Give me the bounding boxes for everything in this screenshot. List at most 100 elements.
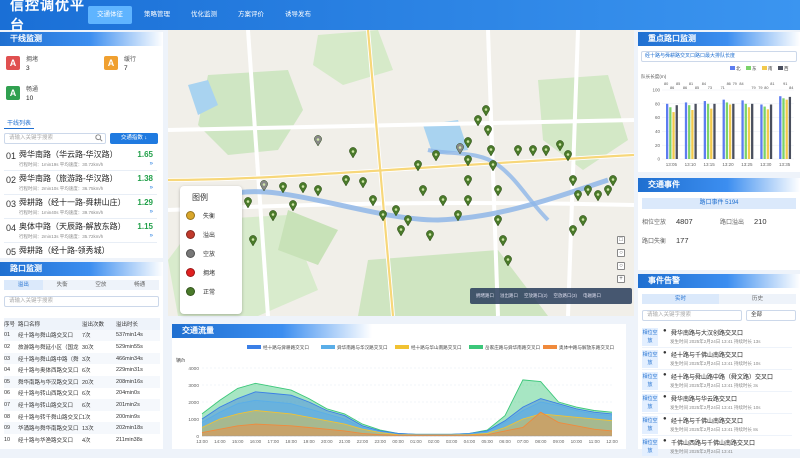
alarm-item[interactable]: 相位空放 ● 经十路与舜山路中路（舜文路）交叉口 发生时间 2025年2月24日 13… [642, 370, 792, 392]
legend-series-name: 南 [768, 65, 773, 71]
map-control-icon[interactable]: + [617, 275, 625, 283]
table-row[interactable]: 02 旅游路与舜延小区（国龙 30次 529min55s [4, 341, 160, 353]
trunk-route-item[interactable]: 03 舜耕路（经十一路-舜耕山庄） 行程时间：1min40s 平均速度：39.76k… [4, 195, 157, 219]
table-row[interactable]: 01 经十路与舜山路交叉口 7次 537min14s [4, 329, 160, 342]
table-cell: 466min34s [116, 352, 160, 365]
trunk-stat-value: 3 [26, 65, 30, 72]
map-toolbar-item[interactable]: 电磁路口 [583, 293, 601, 299]
table-row[interactable]: 04 经十路与奥体西路交叉口 6次 229min31s [4, 364, 160, 376]
x-tick-label: 09:00 [553, 439, 565, 444]
x-tick-label: 11:00 [589, 439, 601, 444]
alarm-item[interactable]: 相位空放 ● 经十路与千佛山南路交叉口 发生时间 2025年2月24日 13:41 持… [642, 414, 792, 436]
data-label: 84 [702, 82, 706, 86]
queue-bar [769, 104, 773, 159]
table-row[interactable]: 08 经十路与转千舜山路交叉口 1次 200min9s [4, 411, 160, 423]
route-traffic-index: 1.15 [137, 222, 153, 231]
table-cell: 经十路与转山路交叉口 [18, 399, 82, 411]
legend-label: 失衡 [203, 214, 216, 220]
search-icon[interactable] [95, 134, 103, 142]
map-toolbar: 拥堵路口 溢出路口 空放路口(2) 空放路口(3) 电磁路口 [470, 288, 632, 304]
trunk-search-input[interactable]: 请输入关键字搜索 [4, 133, 106, 144]
legend-series-name: 经十路与舜耕路交叉口 [263, 344, 309, 351]
alarm-tab-2[interactable]: 历史 [719, 294, 796, 304]
legend-swatch [762, 66, 767, 70]
trunk-route-item[interactable]: 04 奥体中路（天辰路-解放东路） 行程时间：2min13s 平均速度：35.72k… [4, 219, 157, 243]
intersection-tab-1[interactable]: 溢出 [4, 280, 43, 290]
map-pin-icon [186, 287, 195, 296]
map-control-icon[interactable]: ○ [617, 249, 625, 257]
event-stat-3: 路口失衡 177 [642, 236, 689, 245]
queue-bar [741, 100, 744, 159]
location-pin-icon: ● [663, 372, 667, 378]
table-cell: 6次 [82, 391, 91, 398]
map-control-icon[interactable]: ○ [617, 262, 625, 270]
trunk-route-item[interactable]: 01 舜华南路（华云路-华汉路） 行程时间：1min19s 平均速度：30.72km… [4, 147, 157, 171]
status-badge-icon: A [6, 86, 20, 100]
table-header-row: 序号 路口名称 溢出次数 溢出时长 [4, 318, 160, 330]
alarm-item[interactable]: 相位空放 ● 舜华南路与华云路交叉口 发生时间 2025年2月24日 13:41 持续… [642, 392, 792, 414]
x-tick-label: 01:00 [410, 439, 422, 444]
table-cell: 7次 [82, 329, 116, 342]
alarm-search-input[interactable]: 请输入关键字搜索 [642, 310, 742, 321]
alarm-type-tag: 相位空放 [642, 372, 658, 390]
chevron-right-icon[interactable]: » [150, 233, 153, 239]
event-total: 路口事件 5194 [642, 198, 796, 209]
intersection-search-input[interactable]: 请输入关键字搜索 [4, 296, 159, 307]
alarm-item[interactable]: 相位空放 ● 舜华南路与大汉创路交叉口 发生时间 2025年2月24日 13:41 持… [642, 326, 792, 348]
table-cell: 204min0s [116, 390, 140, 397]
intersection-select[interactable]: 经十路与舜耕路交叉口路口最大排队长度 [641, 51, 797, 62]
alarm-filter-select[interactable]: 全部 [746, 310, 796, 321]
table-row[interactable]: 03 经十路与舜山路中路（舜 3次 466min34s [4, 352, 160, 365]
queue-length-chart: 北 东 南 西队长长度(m) 0 20 40 60 80 100 13:05 13:10 13:15 13… [641, 65, 794, 167]
alarm-type-tag: 相位空放 [642, 416, 658, 434]
key-intersection-panel: 重点路口监测 经十路与舜耕路交叉口路口最大排队长度 北 东 南 西队长长度(m) 0 20… [638, 32, 800, 172]
table-cell: 13次 [82, 422, 116, 434]
sort-by-index-button[interactable]: 交通指数 ↓ [110, 133, 158, 144]
alarm-item[interactable]: 相位空放 ● 千佛山西路与千佛山南路交叉口 发生时间 2025年2月24日 13:41 [642, 436, 792, 458]
trunk-stat-2: A 缓行 7 [104, 54, 136, 72]
legend-swatch [543, 345, 557, 349]
route-travel-info: 行程时间：2min13s 平均速度：35.72km/h [19, 234, 104, 239]
map-toolbar-item[interactable]: 空放路口(2) [524, 293, 548, 299]
nav-tab-1[interactable]: 交通体征 [88, 6, 132, 24]
y-axis-label: 队长长度(m) [641, 73, 667, 80]
intersection-tab-4[interactable]: 畅通 [120, 280, 159, 290]
chevron-right-icon[interactable]: » [150, 185, 153, 191]
table-row[interactable]: 09 华涌路与舜华南路交叉口 13次 202min18s [4, 422, 160, 434]
table-row[interactable]: 06 经十路与转山西路交叉口 6次 204min0s [4, 388, 160, 400]
legend-series-name: 西 [784, 66, 789, 72]
chevron-right-icon[interactable]: » [150, 161, 153, 167]
table-row[interactable]: 05 舜华南路与华汉路交叉口 20次 208min16s [4, 375, 160, 388]
map-toolbar-item[interactable]: 溢出路口 [500, 293, 518, 299]
intersection-tab-2[interactable]: 失衡 [42, 280, 82, 290]
table-cell: 3次 [82, 352, 116, 365]
intersection-tab-3[interactable]: 空放 [81, 280, 121, 290]
nav-tab-3[interactable]: 优化监测 [182, 6, 226, 24]
table-cell: 202min18s [116, 422, 160, 434]
table-cell: 6次 [82, 399, 116, 411]
chevron-right-icon[interactable]: » [150, 209, 153, 215]
table-row[interactable]: 07 经十路与转山路交叉口 6次 201min2s [4, 399, 160, 411]
alarm-tab-1[interactable]: 实时 [642, 294, 719, 304]
trunk-route-item[interactable]: 02 舜华南路（旅游路-华汉路） 行程时间：2min10s 平均速度：36.75km… [4, 171, 157, 195]
nav-tab-4[interactable]: 方案评价 [229, 6, 273, 24]
nav-tab-5[interactable]: 诱导发布 [276, 6, 320, 24]
table-row[interactable]: 10 经十路与华渔路交叉口 4次 211min38s [4, 434, 160, 446]
event-label: 相位空放 [642, 220, 667, 226]
intersection-tabs: 溢出 失衡 空放 畅通 [4, 280, 159, 290]
alarm-item[interactable]: 相位空放 ● 经十路与千佛山南路交叉口 发生时间 2025年2月24日 13:41 持… [642, 348, 792, 370]
data-label: 81 [689, 82, 693, 86]
data-label: 80 [764, 86, 768, 90]
map-toolbar-item[interactable]: 空放路口(3) [554, 293, 578, 299]
nav-tab-2[interactable]: 策略管理 [135, 6, 179, 24]
queue-bar [744, 103, 747, 159]
map-legend: 图例 失衡 溢出 空放 拥堵 正常 [180, 186, 242, 314]
table-cell: 经十路与华渔路交叉口 [18, 437, 74, 444]
map-toolbar-item[interactable]: 拥堵路口 [476, 293, 494, 299]
queue-bar [694, 103, 697, 159]
trunk-list-tab[interactable]: 干线列表 [4, 117, 35, 129]
map-control-icon[interactable]: □ [617, 236, 625, 244]
x-tick-label: 02:00 [428, 439, 440, 444]
trunk-stat-value: 10 [26, 95, 34, 102]
alarm-intersection-name: 舜华南路与大汉创路交叉口 [671, 331, 744, 337]
